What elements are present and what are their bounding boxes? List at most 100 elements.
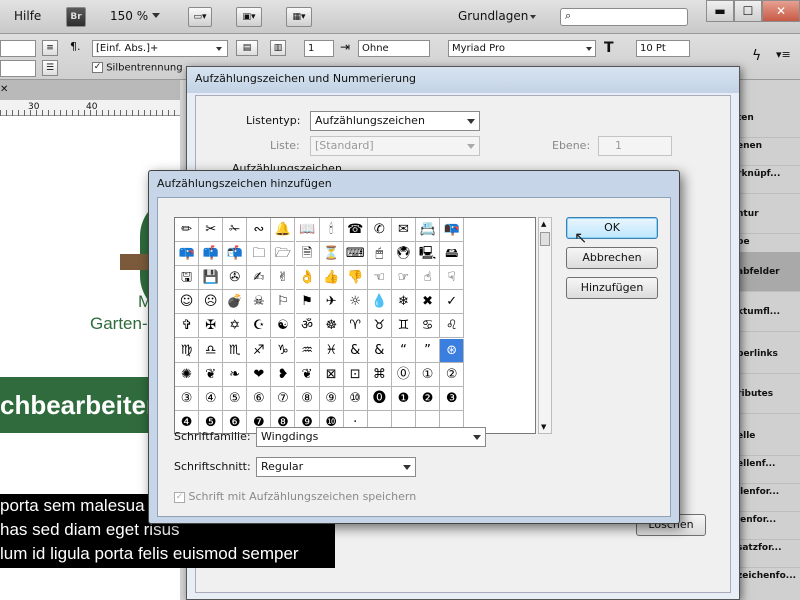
close-window-button[interactable]: ✕ [762,0,800,22]
glyph-cell[interactable]: ☠ [247,290,272,315]
glyph-cell[interactable]: 🗎 [295,242,320,267]
glyph-cell[interactable]: ♈ [343,314,368,339]
glyph-cell[interactable]: ❤ [247,362,272,387]
glyph-cell[interactable]: ⑥ [247,386,272,411]
glyph-cell[interactable]: ∾ [247,218,272,243]
glyph-cell[interactable]: ✇ [223,266,248,291]
glyph-cell[interactable]: ⑩ [343,386,368,411]
glyph-cell[interactable]: ③ [175,386,200,411]
glyph-cell[interactable]: 👎 [343,266,368,291]
lightning-icon[interactable]: ϟ [752,48,761,64]
span-select[interactable]: Ohne [358,40,430,57]
align-icon[interactable]: ≡ [42,40,58,56]
glyph-cell[interactable]: ☟ [440,266,465,291]
glyph-cell[interactable]: 👌 [295,266,320,291]
paragraph-style-select[interactable]: [Einf. Abs.]+ [92,40,228,57]
glyph-cell[interactable]: 🗁 [271,242,296,267]
glyph-cell[interactable]: ♋ [416,314,441,339]
zoom-dropdown-icon[interactable] [152,13,160,18]
glyph-cell[interactable]: ✓ [440,290,465,315]
glyph-cell[interactable]: ⏳ [319,242,344,267]
glyph-cell[interactable]: 💣 [223,290,248,315]
glyph-cell[interactable]: ☯ [271,314,296,339]
glyph-cell[interactable]: 📪 [175,242,200,267]
glyph-cell[interactable]: 📖 [295,218,320,243]
font-family-select[interactable]: Myriad Pro [448,40,596,57]
glyph-cell[interactable]: ❦ [199,362,224,387]
glyph-cell[interactable]: 📫 [199,242,224,267]
minimize-button[interactable]: ▬ [706,0,734,22]
glyph-scrollbar[interactable]: ▲ ▼ [538,217,552,434]
glyph-cell[interactable]: & [343,338,368,363]
hyphenation-checkbox[interactable]: ✓ Silbentrennung [92,62,183,74]
glyph-cell[interactable]: ♑ [271,338,296,363]
glyph-cell[interactable]: ☞ [391,266,416,291]
workspace-dropdown-icon[interactable] [530,15,536,19]
font-style-select[interactable]: Regular [256,457,416,477]
glyph-cell[interactable]: ❄ [391,290,416,315]
glyph-cell[interactable]: ♊ [391,314,416,339]
font-size-select[interactable]: 10 Pt [636,40,690,57]
glyph-cell[interactable]: ⑧ [295,386,320,411]
glyph-cell[interactable]: ⑨ [319,386,344,411]
glyph-cell[interactable]: 🖱 [367,242,392,267]
panel-menu-icon[interactable]: ▾≡ [776,48,791,61]
glyph-cell[interactable]: ⌘ [367,362,392,387]
glyph-cell[interactable]: ⚑ [295,290,320,315]
glyph-cell[interactable]: ✺ [175,362,200,387]
menu-help[interactable]: Hilfe [14,9,41,23]
glyph-cell[interactable]: ❸ [440,386,465,411]
glyph-cell[interactable]: ✌ [271,266,296,291]
glyph-cell[interactable]: ❷ [416,386,441,411]
glyph-cell[interactable]: ☺ [175,290,200,315]
maximize-button[interactable]: ☐ [734,0,762,22]
glyph-cell[interactable]: ✖ [416,290,441,315]
glyph-cell[interactable]: 💧 [367,290,392,315]
leading-field-left[interactable] [0,60,36,77]
glyph-cell[interactable]: ① [416,362,441,387]
glyph-cell[interactable]: ⓿ [367,386,392,411]
workspace-switcher[interactable]: Grundlagen [458,9,528,23]
glyph-cell[interactable]: ❶ [391,386,416,411]
glyph-cell[interactable]: ✂ [199,218,224,243]
glyph-cell[interactable]: 🗀 [247,242,272,267]
glyph-cell[interactable]: ♓ [319,338,344,363]
glyph-cell[interactable]: ✡ [223,314,248,339]
paragraph-align-icon[interactable]: ▤ [236,40,258,56]
glyph-cell[interactable]: ✍ [247,266,272,291]
glyph-cell[interactable]: 👍 [319,266,344,291]
glyph-cell[interactable]: ✆ [367,218,392,243]
search-input[interactable]: ⌕ [560,8,688,26]
glyph-cell[interactable]: ॐ [295,314,320,339]
glyph-cell[interactable]: ” [416,338,441,363]
glyph-cell[interactable]: 🖲 [391,242,416,267]
glyph-cell[interactable]: 📇 [416,218,441,243]
glyph-cell[interactable]: ☹ [199,290,224,315]
list-type-select[interactable]: Aufzählungszeichen [310,111,480,131]
glyph-cell[interactable]: ⚐ [271,290,296,315]
glyph-cell[interactable]: ☪ [247,314,272,339]
indent-field[interactable]: 1 [304,40,334,57]
glyph-cell[interactable]: ⓪ [391,362,416,387]
glyph-cell[interactable]: ♏ [223,338,248,363]
add-button[interactable]: Hinzufügen [566,277,658,299]
glyph-cell[interactable]: ⑤ [223,386,248,411]
glyph-cell[interactable]: ② [440,362,465,387]
glyph-cell[interactable]: 💾 [199,266,224,291]
glyph-cell[interactable]: “ [391,338,416,363]
glyph-cell[interactable]: ♐ [247,338,272,363]
glyph-cell[interactable]: ❥ [271,362,296,387]
glyph-cell[interactable]: ⊠ [319,362,344,387]
glyph-grid[interactable]: ✏ ✂ ✁ ∾ 🔔 📖 🕯 ☎ ✆ ✉ 📇 📭 📪 📫 📬 🗀 🗁 🗎 ⏳ ⌨ 🖱 🖲 🖳 🖴 🖫 💾 ✇ ✍ ✌ 👌 👍 👎 ☜ ☞ ☝ ☟ ☺ ☹ 💣 ☠… [174,217,536,434]
glyph-cell[interactable]: 🖫 [175,266,200,291]
glyph-cell[interactable]: ⑦ [271,386,296,411]
glyph-cell[interactable]: 📭 [440,218,465,243]
glyph-cell[interactable]: 🖴 [440,242,465,267]
glyph-cell[interactable]: ♉ [367,314,392,339]
glyph-cell[interactable]: ✈ [319,290,344,315]
arrange-documents-icon[interactable]: ▦▾ [286,7,312,27]
zoom-level[interactable]: 150 % [110,9,148,23]
glyph-cell[interactable]: ⊡ [343,362,368,387]
scroll-thumb[interactable] [540,232,550,246]
glyph-cell[interactable]: ✠ [199,314,224,339]
